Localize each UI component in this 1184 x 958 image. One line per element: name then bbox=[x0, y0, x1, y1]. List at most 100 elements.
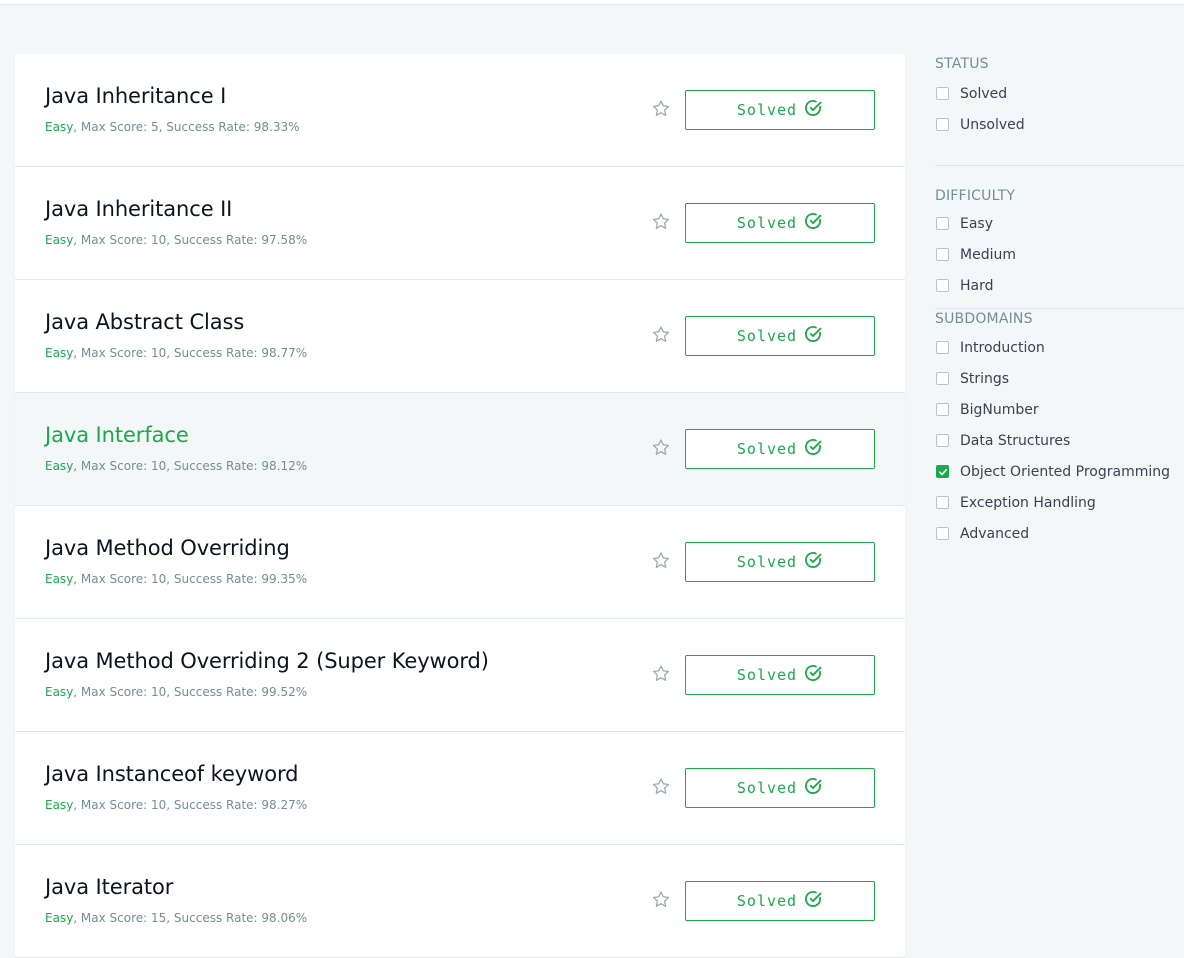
challenge-title[interactable]: Java Inheritance I bbox=[45, 84, 226, 108]
difficulty-label: Easy bbox=[45, 572, 74, 586]
challenge-title[interactable]: Java Instanceof keyword bbox=[45, 762, 298, 786]
solved-button[interactable]: Solved bbox=[685, 542, 875, 582]
challenge-title[interactable]: Java Method Overriding 2 (Super Keyword) bbox=[45, 649, 489, 673]
check-circle-icon bbox=[803, 550, 823, 574]
challenge-meta: Easy, Max Score: 15, Success Rate: 98.06… bbox=[45, 911, 307, 925]
challenge-list: Java Inheritance I Easy, Max Score: 5, S… bbox=[15, 54, 905, 958]
score-info: , Max Score: 10, Success Rate: 98.77% bbox=[73, 346, 308, 360]
filter-label: Easy bbox=[960, 215, 994, 232]
solved-label: Solved bbox=[736, 440, 798, 458]
star-icon[interactable] bbox=[651, 99, 673, 119]
solved-label: Solved bbox=[736, 327, 798, 345]
star-icon[interactable] bbox=[651, 890, 673, 910]
check-circle-icon bbox=[803, 98, 823, 122]
filter-oop[interactable]: Object Oriented Programming bbox=[935, 456, 1184, 487]
challenge-card[interactable]: Java Method Overriding Easy, Max Score: … bbox=[15, 506, 905, 619]
check-circle-icon bbox=[803, 324, 823, 348]
checkbox-icon[interactable] bbox=[936, 403, 949, 416]
challenge-title[interactable]: Java Inheritance II bbox=[45, 197, 232, 221]
difficulty-label: Easy bbox=[45, 120, 74, 134]
score-info: , Max Score: 10, Success Rate: 99.52% bbox=[73, 685, 308, 699]
checkbox-icon[interactable] bbox=[936, 527, 949, 540]
check-circle-icon bbox=[803, 437, 823, 461]
filter-label: Data Structures bbox=[960, 432, 1071, 449]
filter-easy[interactable]: Easy bbox=[935, 208, 1184, 239]
solved-button[interactable]: Solved bbox=[685, 881, 875, 921]
difficulty-label: Easy bbox=[45, 346, 74, 360]
score-info: , Max Score: 5, Success Rate: 98.33% bbox=[73, 120, 300, 134]
solved-button[interactable]: Solved bbox=[685, 768, 875, 808]
solved-label: Solved bbox=[736, 214, 798, 232]
star-icon[interactable] bbox=[651, 777, 673, 797]
filter-label: Solved bbox=[960, 85, 1008, 102]
difficulty-label: Easy bbox=[45, 459, 74, 473]
checkbox-checked-icon[interactable] bbox=[936, 465, 949, 478]
filter-label: Advanced bbox=[960, 525, 1030, 542]
checkbox-icon[interactable] bbox=[936, 372, 949, 385]
difficulty-label: Easy bbox=[45, 685, 74, 699]
challenge-meta: Easy, Max Score: 10, Success Rate: 98.27… bbox=[45, 798, 307, 812]
checkbox-icon[interactable] bbox=[936, 87, 949, 100]
checkbox-icon[interactable] bbox=[936, 248, 949, 261]
filter-label: Medium bbox=[960, 246, 1016, 263]
filter-data-structures[interactable]: Data Structures bbox=[935, 425, 1184, 456]
score-info: , Max Score: 10, Success Rate: 99.35% bbox=[73, 572, 308, 586]
filter-medium[interactable]: Medium bbox=[935, 239, 1184, 270]
check-circle-icon bbox=[803, 663, 823, 687]
filter-solved[interactable]: Solved bbox=[935, 78, 1184, 109]
filter-label: Exception Handling bbox=[960, 494, 1096, 511]
challenge-title[interactable]: Java Method Overriding bbox=[45, 536, 290, 560]
star-icon[interactable] bbox=[651, 551, 673, 571]
challenge-card[interactable]: Java Abstract Class Easy, Max Score: 10,… bbox=[15, 280, 905, 393]
challenge-meta: Easy, Max Score: 10, Success Rate: 98.12… bbox=[45, 459, 307, 473]
filter-bignumber[interactable]: BigNumber bbox=[935, 394, 1184, 425]
filter-introduction[interactable]: Introduction bbox=[935, 332, 1184, 363]
score-info: , Max Score: 10, Success Rate: 97.58% bbox=[73, 233, 308, 247]
checkbox-icon[interactable] bbox=[936, 118, 949, 131]
filter-unsolved[interactable]: Unsolved bbox=[935, 109, 1184, 140]
status-filter-title: STATUS bbox=[935, 56, 989, 72]
star-icon[interactable] bbox=[651, 664, 673, 684]
solved-button[interactable]: Solved bbox=[685, 203, 875, 243]
checkbox-icon[interactable] bbox=[936, 496, 949, 509]
checkbox-icon[interactable] bbox=[936, 279, 949, 292]
challenge-card[interactable]: Java Interface Easy, Max Score: 10, Succ… bbox=[15, 393, 905, 506]
solved-button[interactable]: Solved bbox=[685, 90, 875, 130]
filter-label: Object Oriented Programming bbox=[960, 463, 1170, 480]
challenge-card[interactable]: Java Iterator Easy, Max Score: 15, Succe… bbox=[15, 845, 905, 958]
filter-label: Introduction bbox=[960, 339, 1045, 356]
star-icon[interactable] bbox=[651, 212, 673, 232]
check-circle-icon bbox=[803, 889, 823, 913]
challenge-title[interactable]: Java Iterator bbox=[45, 875, 173, 899]
filter-label: Strings bbox=[960, 370, 1010, 387]
challenge-card[interactable]: Java Inheritance I Easy, Max Score: 5, S… bbox=[15, 54, 905, 167]
solved-button[interactable]: Solved bbox=[685, 429, 875, 469]
filter-hard[interactable]: Hard bbox=[935, 270, 1184, 301]
filter-sidebar: STATUS Solved Unsolved DIFFICULTY Easy M… bbox=[935, 54, 1184, 549]
check-circle-icon bbox=[803, 776, 823, 800]
challenge-meta: Easy, Max Score: 10, Success Rate: 98.77… bbox=[45, 346, 307, 360]
challenge-title[interactable]: Java Abstract Class bbox=[45, 310, 244, 334]
divider bbox=[935, 165, 1184, 166]
filter-advanced[interactable]: Advanced bbox=[935, 518, 1184, 549]
checkbox-icon[interactable] bbox=[936, 434, 949, 447]
challenge-card[interactable]: Java Method Overriding 2 (Super Keyword)… bbox=[15, 619, 905, 732]
star-icon[interactable] bbox=[651, 325, 673, 345]
difficulty-label: Easy bbox=[45, 798, 74, 812]
solved-label: Solved bbox=[736, 553, 798, 571]
filter-label: Hard bbox=[960, 277, 994, 294]
challenge-card[interactable]: Java Inheritance II Easy, Max Score: 10,… bbox=[15, 167, 905, 280]
solved-label: Solved bbox=[736, 666, 798, 684]
checkbox-icon[interactable] bbox=[936, 341, 949, 354]
check-circle-icon bbox=[803, 211, 823, 235]
star-icon[interactable] bbox=[651, 438, 673, 458]
challenge-title[interactable]: Java Interface bbox=[45, 423, 189, 447]
filter-exception-handling[interactable]: Exception Handling bbox=[935, 487, 1184, 518]
solved-button[interactable]: Solved bbox=[685, 655, 875, 695]
solved-button[interactable]: Solved bbox=[685, 316, 875, 356]
checkbox-icon[interactable] bbox=[936, 217, 949, 230]
filter-strings[interactable]: Strings bbox=[935, 363, 1184, 394]
challenge-meta: Easy, Max Score: 10, Success Rate: 97.58… bbox=[45, 233, 307, 247]
challenge-card[interactable]: Java Instanceof keyword Easy, Max Score:… bbox=[15, 732, 905, 845]
difficulty-label: Easy bbox=[45, 911, 74, 925]
